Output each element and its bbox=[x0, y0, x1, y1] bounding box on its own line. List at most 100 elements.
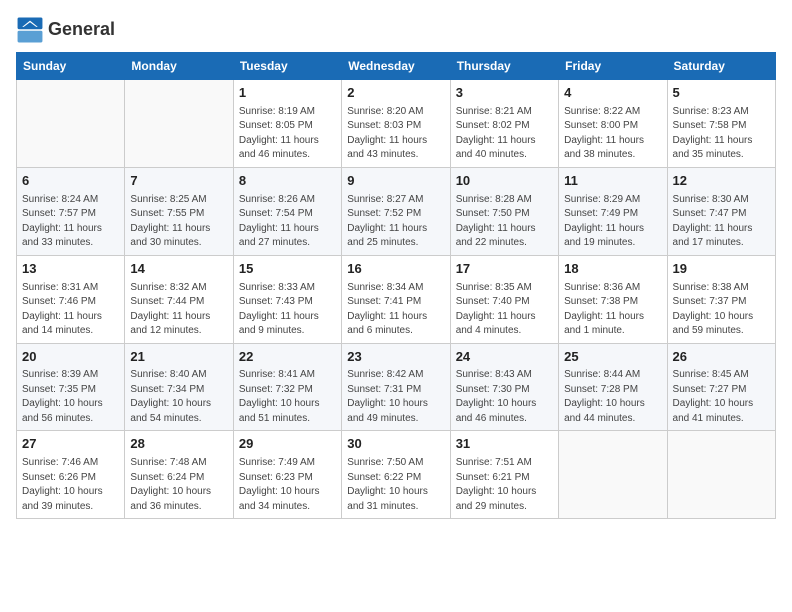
day-number: 11 bbox=[564, 172, 661, 191]
cell-info-text: Sunrise: 8:24 AM Sunset: 7:57 PM Dayligh… bbox=[22, 193, 119, 251]
cell-info-text: Sunrise: 8:21 AM Sunset: 8:02 PM Dayligh… bbox=[456, 105, 553, 163]
cell-info-text: Sunrise: 8:39 AM Sunset: 7:35 PM Dayligh… bbox=[22, 368, 119, 426]
calendar-cell: 25Sunrise: 8:44 AM Sunset: 7:28 PM Dayli… bbox=[559, 343, 667, 431]
cell-info-text: Sunrise: 8:36 AM Sunset: 7:38 PM Dayligh… bbox=[564, 281, 661, 339]
day-number: 22 bbox=[239, 348, 336, 367]
cell-info-text: Sunrise: 8:43 AM Sunset: 7:30 PM Dayligh… bbox=[456, 368, 553, 426]
calendar-cell: 2 Sunrise: 8:20 AM Sunset: 8:03 PM Daylig… bbox=[342, 80, 450, 168]
calendar-cell: 24Sunrise: 8:43 AM Sunset: 7:30 PM Dayli… bbox=[450, 343, 558, 431]
calendar-cell: 31Sunrise: 7:51 AM Sunset: 6:21 PM Dayli… bbox=[450, 431, 558, 519]
day-number: 26 bbox=[673, 348, 770, 367]
day-number: 14 bbox=[130, 260, 227, 279]
day-number: 2 bbox=[347, 84, 444, 103]
day-number: 9 bbox=[347, 172, 444, 191]
day-number: 27 bbox=[22, 435, 119, 454]
cell-info-text: Sunrise: 8:32 AM Sunset: 7:44 PM Dayligh… bbox=[130, 281, 227, 339]
calendar-cell: 22Sunrise: 8:41 AM Sunset: 7:32 PM Dayli… bbox=[233, 343, 341, 431]
calendar-header-cell: Friday bbox=[559, 53, 667, 80]
calendar-header: SundayMondayTuesdayWednesdayThursdayFrid… bbox=[17, 53, 776, 80]
cell-info-text: Sunrise: 8:20 AM Sunset: 8:03 PM Dayligh… bbox=[347, 105, 444, 163]
cell-info-text: Sunrise: 7:49 AM Sunset: 6:23 PM Dayligh… bbox=[239, 456, 336, 514]
calendar-cell: 4 Sunrise: 8:22 AM Sunset: 8:00 PM Daylig… bbox=[559, 80, 667, 168]
calendar-body: 1 Sunrise: 8:19 AM Sunset: 8:05 PM Daylig… bbox=[17, 80, 776, 519]
calendar-cell: 5 Sunrise: 8:23 AM Sunset: 7:58 PM Daylig… bbox=[667, 80, 775, 168]
calendar-table: SundayMondayTuesdayWednesdayThursdayFrid… bbox=[16, 52, 776, 519]
day-number: 28 bbox=[130, 435, 227, 454]
calendar-cell: 23Sunrise: 8:42 AM Sunset: 7:31 PM Dayli… bbox=[342, 343, 450, 431]
cell-info-text: Sunrise: 8:33 AM Sunset: 7:43 PM Dayligh… bbox=[239, 281, 336, 339]
day-number: 5 bbox=[673, 84, 770, 103]
day-number: 15 bbox=[239, 260, 336, 279]
cell-info-text: Sunrise: 8:26 AM Sunset: 7:54 PM Dayligh… bbox=[239, 193, 336, 251]
calendar-cell bbox=[125, 80, 233, 168]
calendar-header-cell: Tuesday bbox=[233, 53, 341, 80]
day-number: 1 bbox=[239, 84, 336, 103]
day-number: 24 bbox=[456, 348, 553, 367]
calendar-cell: 10Sunrise: 8:28 AM Sunset: 7:50 PM Dayli… bbox=[450, 167, 558, 255]
logo-icon bbox=[16, 16, 44, 44]
calendar-cell: 6Sunrise: 8:24 AM Sunset: 7:57 PM Daylig… bbox=[17, 167, 125, 255]
calendar-cell: 19Sunrise: 8:38 AM Sunset: 7:37 PM Dayli… bbox=[667, 255, 775, 343]
day-number: 31 bbox=[456, 435, 553, 454]
cell-info-text: Sunrise: 8:27 AM Sunset: 7:52 PM Dayligh… bbox=[347, 193, 444, 251]
day-number: 21 bbox=[130, 348, 227, 367]
calendar-cell: 3 Sunrise: 8:21 AM Sunset: 8:02 PM Daylig… bbox=[450, 80, 558, 168]
cell-info-text: Sunrise: 8:35 AM Sunset: 7:40 PM Dayligh… bbox=[456, 281, 553, 339]
day-number: 25 bbox=[564, 348, 661, 367]
calendar-cell: 7 Sunrise: 8:25 AM Sunset: 7:55 PM Daylig… bbox=[125, 167, 233, 255]
calendar-week-row: 20Sunrise: 8:39 AM Sunset: 7:35 PM Dayli… bbox=[17, 343, 776, 431]
calendar-cell: 14 Sunrise: 8:32 AM Sunset: 7:44 PM Dayli… bbox=[125, 255, 233, 343]
day-number: 13 bbox=[22, 260, 119, 279]
cell-info-text: Sunrise: 8:45 AM Sunset: 7:27 PM Dayligh… bbox=[673, 368, 770, 426]
cell-info-text: Sunrise: 8:28 AM Sunset: 7:50 PM Dayligh… bbox=[456, 193, 553, 251]
cell-info-text: Sunrise: 8:31 AM Sunset: 7:46 PM Dayligh… bbox=[22, 281, 119, 339]
calendar-header-cell: Wednesday bbox=[342, 53, 450, 80]
calendar-cell: 21Sunrise: 8:40 AM Sunset: 7:34 PM Dayli… bbox=[125, 343, 233, 431]
logo-line1: General bbox=[48, 20, 115, 40]
calendar-cell: 1 Sunrise: 8:19 AM Sunset: 8:05 PM Daylig… bbox=[233, 80, 341, 168]
cell-info-text: Sunrise: 7:46 AM Sunset: 6:26 PM Dayligh… bbox=[22, 456, 119, 514]
day-number: 17 bbox=[456, 260, 553, 279]
day-number: 23 bbox=[347, 348, 444, 367]
calendar-cell: 26Sunrise: 8:45 AM Sunset: 7:27 PM Dayli… bbox=[667, 343, 775, 431]
calendar-cell bbox=[667, 431, 775, 519]
calendar-cell bbox=[559, 431, 667, 519]
calendar-cell: 28 Sunrise: 7:48 AM Sunset: 6:24 PM Dayli… bbox=[125, 431, 233, 519]
cell-info-text: Sunrise: 8:23 AM Sunset: 7:58 PM Dayligh… bbox=[673, 105, 770, 163]
day-number: 20 bbox=[22, 348, 119, 367]
calendar-header-cell: Thursday bbox=[450, 53, 558, 80]
calendar-week-row: 13 Sunrise: 8:31 AM Sunset: 7:46 PM Dayli… bbox=[17, 255, 776, 343]
page-header: General bbox=[16, 16, 776, 44]
day-number: 4 bbox=[564, 84, 661, 103]
calendar-cell: 12Sunrise: 8:30 AM Sunset: 7:47 PM Dayli… bbox=[667, 167, 775, 255]
calendar-cell: 17 Sunrise: 8:35 AM Sunset: 7:40 PM Dayli… bbox=[450, 255, 558, 343]
day-number: 3 bbox=[456, 84, 553, 103]
cell-info-text: Sunrise: 8:40 AM Sunset: 7:34 PM Dayligh… bbox=[130, 368, 227, 426]
calendar-header-cell: Sunday bbox=[17, 53, 125, 80]
calendar-header-cell: Monday bbox=[125, 53, 233, 80]
calendar-cell: 9 Sunrise: 8:27 AM Sunset: 7:52 PM Daylig… bbox=[342, 167, 450, 255]
calendar-cell: 20Sunrise: 8:39 AM Sunset: 7:35 PM Dayli… bbox=[17, 343, 125, 431]
calendar-cell: 16Sunrise: 8:34 AM Sunset: 7:41 PM Dayli… bbox=[342, 255, 450, 343]
calendar-cell: 18 Sunrise: 8:36 AM Sunset: 7:38 PM Dayli… bbox=[559, 255, 667, 343]
logo: General bbox=[16, 16, 115, 44]
cell-info-text: Sunrise: 8:25 AM Sunset: 7:55 PM Dayligh… bbox=[130, 193, 227, 251]
calendar-cell: 11 Sunrise: 8:29 AM Sunset: 7:49 PM Dayli… bbox=[559, 167, 667, 255]
cell-info-text: Sunrise: 7:48 AM Sunset: 6:24 PM Dayligh… bbox=[130, 456, 227, 514]
day-number: 7 bbox=[130, 172, 227, 191]
cell-info-text: Sunrise: 7:50 AM Sunset: 6:22 PM Dayligh… bbox=[347, 456, 444, 514]
cell-info-text: Sunrise: 8:41 AM Sunset: 7:32 PM Dayligh… bbox=[239, 368, 336, 426]
cell-info-text: Sunrise: 8:19 AM Sunset: 8:05 PM Dayligh… bbox=[239, 105, 336, 163]
cell-info-text: Sunrise: 8:22 AM Sunset: 8:00 PM Dayligh… bbox=[564, 105, 661, 163]
cell-info-text: Sunrise: 8:29 AM Sunset: 7:49 PM Dayligh… bbox=[564, 193, 661, 251]
calendar-week-row: 6Sunrise: 8:24 AM Sunset: 7:57 PM Daylig… bbox=[17, 167, 776, 255]
day-number: 18 bbox=[564, 260, 661, 279]
calendar-cell: 13 Sunrise: 8:31 AM Sunset: 7:46 PM Dayli… bbox=[17, 255, 125, 343]
calendar-cell: 8 Sunrise: 8:26 AM Sunset: 7:54 PM Daylig… bbox=[233, 167, 341, 255]
cell-info-text: Sunrise: 8:38 AM Sunset: 7:37 PM Dayligh… bbox=[673, 281, 770, 339]
day-number: 29 bbox=[239, 435, 336, 454]
day-number: 16 bbox=[347, 260, 444, 279]
day-number: 8 bbox=[239, 172, 336, 191]
calendar-header-cell: Saturday bbox=[667, 53, 775, 80]
calendar-cell: 29 Sunrise: 7:49 AM Sunset: 6:23 PM Dayli… bbox=[233, 431, 341, 519]
